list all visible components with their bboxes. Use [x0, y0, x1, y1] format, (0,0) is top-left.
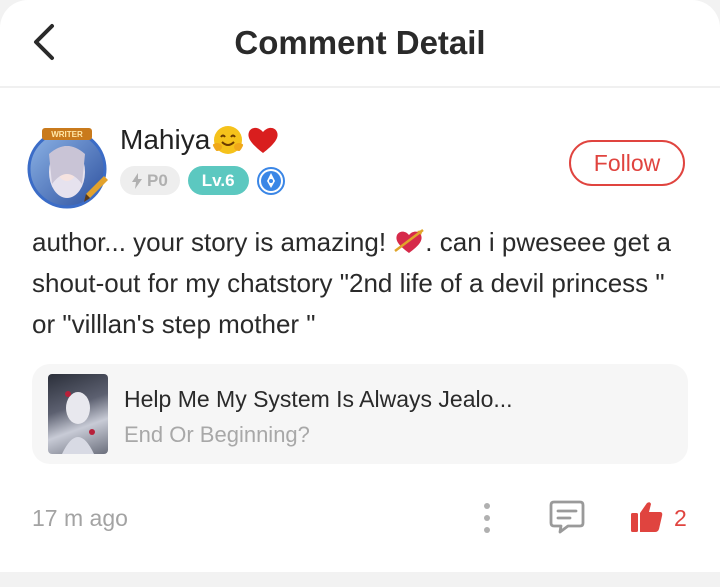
- like-count: 2: [674, 505, 687, 531]
- book-title: Help Me My System Is Always Jealo...: [124, 386, 513, 412]
- page-title: Comment Detail: [234, 24, 486, 61]
- username[interactable]: Mahiya: [120, 124, 210, 156]
- lightning-icon: [132, 172, 142, 189]
- ink-pen-badge-icon[interactable]: [256, 166, 285, 195]
- hug-emoji-icon: [212, 126, 245, 154]
- comment-text: author... your story is amazing! . can i…: [32, 222, 692, 345]
- points-badge[interactable]: P0: [120, 166, 180, 195]
- book-cover-art: [62, 391, 95, 454]
- level-badge-label: Lv.6: [201, 170, 235, 190]
- reply-bubble-icon[interactable]: [548, 498, 586, 536]
- follow-button[interactable]: Follow: [569, 140, 685, 186]
- points-badge-label: P0: [147, 170, 168, 190]
- heart-arrow-emoji-icon: [394, 229, 425, 253]
- writer-badge-text: WRITER: [51, 130, 83, 139]
- comment-detail-sheet: Comment Detail WRITER Mahiya P0 Lv.6 Fol…: [0, 0, 720, 572]
- book-chapter: End Or Beginning?: [124, 422, 310, 447]
- book-card[interactable]: Help Me My System Is Always Jealo... End…: [32, 364, 688, 464]
- username-row: Mahiya: [120, 124, 280, 156]
- level-badge[interactable]: Lv.6: [187, 166, 249, 195]
- red-heart-emoji-icon: [248, 127, 278, 153]
- comment-text-part1: author... your story is amazing!: [32, 227, 394, 257]
- thumbs-up-icon[interactable]: [630, 500, 664, 534]
- user-badges: P0 Lv.6: [120, 166, 285, 195]
- avatar[interactable]: WRITER: [24, 124, 110, 210]
- header-bar: Comment Detail: [0, 0, 720, 88]
- book-cover-image: [48, 374, 108, 454]
- comment-timestamp: 17 m ago: [32, 505, 128, 531]
- more-vertical-icon[interactable]: [478, 500, 496, 536]
